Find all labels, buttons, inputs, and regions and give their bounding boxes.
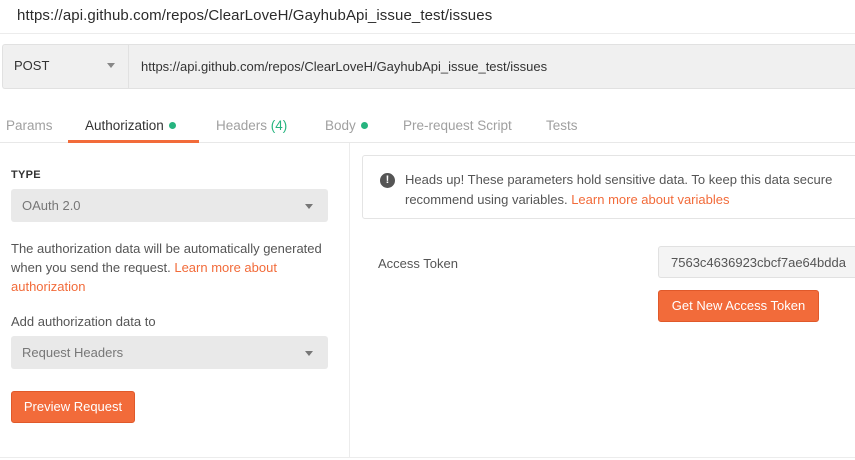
type-label: TYPE xyxy=(11,169,41,181)
tab-authorization[interactable]: Authorization xyxy=(85,118,176,133)
tab-body[interactable]: Body xyxy=(325,118,368,133)
auth-type-select[interactable]: OAuth 2.0 xyxy=(11,189,328,222)
add-auth-data-select[interactable]: Request Headers xyxy=(11,336,328,369)
divider xyxy=(0,33,855,34)
chevron-down-icon xyxy=(305,351,313,356)
access-token-value: 7563c4636923cbcf7ae64bdda xyxy=(671,255,846,270)
auth-description: The authorization data will be automatic… xyxy=(11,239,333,296)
status-dot-icon xyxy=(360,122,368,129)
add-auth-data-label: Add authorization data to xyxy=(11,314,156,329)
chevron-down-icon xyxy=(107,63,115,68)
tab-pre-request-script[interactable]: Pre-request Script xyxy=(403,118,512,133)
access-token-label: Access Token xyxy=(378,256,458,271)
request-tabs: Params Authorization Headers (4) Body Pr… xyxy=(0,101,855,143)
tab-headers-label: Headers xyxy=(216,118,268,133)
request-title-url: https://api.github.com/repos/ClearLoveH/… xyxy=(17,7,493,24)
tab-tests[interactable]: Tests xyxy=(546,118,578,133)
tab-params[interactable]: Params xyxy=(6,118,53,133)
add-auth-data-value: Request Headers xyxy=(22,345,124,360)
url-input[interactable]: https://api.github.com/repos/ClearLoveH/… xyxy=(141,59,547,74)
tab-authorization-label: Authorization xyxy=(85,118,164,133)
status-dot-icon xyxy=(168,122,176,129)
auth-type-value: OAuth 2.0 xyxy=(22,198,81,213)
chevron-down-icon xyxy=(305,204,313,209)
get-new-access-token-button[interactable]: Get New Access Token xyxy=(658,290,819,322)
auth-settings-pane: TYPE OAuth 2.0 The authorization data wi… xyxy=(0,143,350,458)
sensitive-data-notice: ! Heads up! These parameters hold sensit… xyxy=(362,155,855,219)
headers-count-badge: (4) xyxy=(270,118,288,133)
tab-body-label: Body xyxy=(325,118,356,133)
preview-request-button[interactable]: Preview Request xyxy=(11,391,135,423)
request-bar: POST https://api.github.com/repos/ClearL… xyxy=(2,44,855,89)
method-label: POST xyxy=(14,58,50,73)
learn-more-variables-link[interactable]: Learn more about variables xyxy=(571,192,729,207)
method-select[interactable]: POST xyxy=(3,45,129,88)
notice-message: Heads up! These parameters hold sensitiv… xyxy=(405,170,855,210)
access-token-input[interactable]: 7563c4636923cbcf7ae64bdda xyxy=(658,246,855,278)
tab-headers[interactable]: Headers (4) xyxy=(216,118,287,133)
divider xyxy=(0,457,855,458)
info-icon: ! xyxy=(380,173,395,188)
